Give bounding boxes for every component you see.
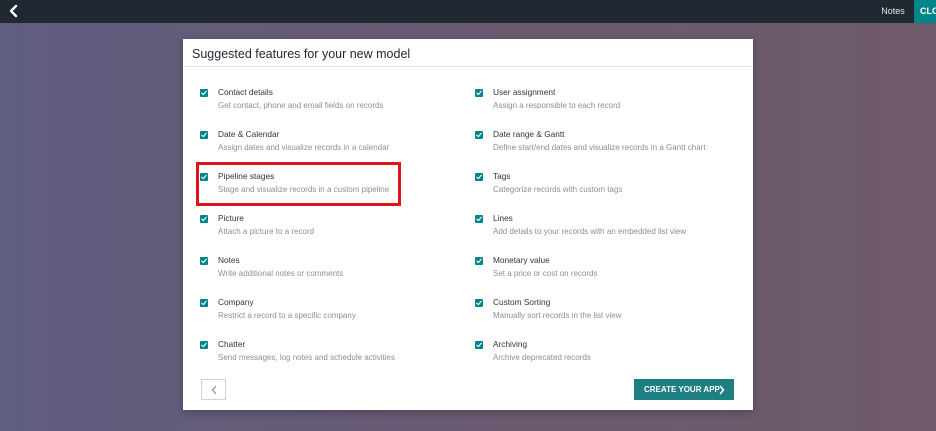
checkmark-icon (201, 90, 207, 96)
checkmark-icon (201, 342, 207, 348)
feature-name: Tags (493, 171, 511, 181)
create-your-app-button[interactable]: CREATE YOUR APP (634, 379, 734, 400)
feature-option[interactable]: Notes Write additional notes or comments (200, 253, 460, 289)
checkmark-icon (476, 174, 482, 180)
chevron-left-icon (211, 385, 217, 395)
feature-option[interactable]: Date range & Gantt Define start/end dates… (475, 127, 735, 163)
suggested-features-dialog: Suggested features for your new model Co… (183, 39, 753, 410)
notes-button[interactable]: Notes (872, 0, 914, 23)
feature-option[interactable]: Archiving Archive deprecated records (475, 337, 735, 373)
feature-name: Date & Calendar (218, 129, 280, 139)
checkmark-icon (476, 342, 482, 348)
feature-description: Send messages, log notes and schedule ac… (218, 353, 395, 362)
feature-checkbox[interactable] (475, 257, 483, 265)
feature-name: Picture (218, 213, 244, 223)
feature-description: Restrict a record to a specific company (218, 311, 356, 320)
feature-checkbox[interactable] (475, 215, 483, 223)
feature-description: Manually sort records in the list view (493, 311, 622, 320)
checkmark-icon (201, 258, 207, 264)
feature-name: Monetary value (493, 255, 550, 265)
feature-name: Lines (493, 213, 513, 223)
feature-description: Add details to your records with an embe… (493, 227, 686, 236)
feature-checkbox[interactable] (200, 131, 208, 139)
checkmark-icon (201, 300, 207, 306)
feature-checkbox[interactable] (200, 299, 208, 307)
previous-button[interactable] (201, 379, 226, 400)
feature-name: Notes (218, 255, 240, 265)
feature-option[interactable]: Contact details Get contact, phone and em… (200, 85, 460, 121)
chevron-left-icon (9, 4, 18, 18)
feature-checkbox[interactable] (475, 131, 483, 139)
feature-option[interactable]: Custom Sorting Manually sort records in t… (475, 295, 735, 331)
feature-description: Set a price or cost on records (493, 269, 598, 278)
feature-name: Date range & Gantt (493, 129, 565, 139)
feature-option[interactable]: Lines Add details to your records with an… (475, 211, 735, 247)
feature-checkbox[interactable] (200, 257, 208, 265)
feature-option[interactable]: Company Restrict a record to a specific c… (200, 295, 460, 331)
feature-description: Assign dates and visualize records in a … (218, 143, 390, 152)
checkmark-icon (201, 174, 207, 180)
feature-description: Define start/end dates and visualize rec… (493, 143, 706, 152)
create-your-app-label: CREATE YOUR APP (644, 385, 720, 394)
checkmark-icon (476, 300, 482, 306)
feature-name: Pipeline stages (218, 171, 275, 181)
chevron-right-icon (719, 385, 725, 395)
feature-description: Write additional notes or comments (218, 269, 344, 278)
feature-checkbox[interactable] (200, 215, 208, 223)
feature-description: Categorize records with custom tags (493, 185, 623, 194)
feature-checkbox[interactable] (475, 89, 483, 97)
feature-option[interactable]: Tags Categorize records with custom tags (475, 169, 735, 205)
feature-name: Custom Sorting (493, 297, 551, 307)
feature-description: Assign a responsible to each record (493, 101, 621, 110)
checkmark-icon (476, 258, 482, 264)
feature-name: Chatter (218, 339, 246, 349)
feature-checkbox[interactable] (200, 341, 208, 349)
feature-name: Archiving (493, 339, 528, 349)
checkmark-icon (201, 216, 207, 222)
close-button[interactable]: CLOSE (914, 0, 936, 23)
feature-option[interactable]: User assignment Assign a responsible to e… (475, 85, 735, 121)
feature-checkbox[interactable] (475, 341, 483, 349)
feature-name: Contact details (218, 87, 273, 97)
feature-checkbox[interactable] (200, 89, 208, 97)
top-bar: Notes CLOSE (0, 0, 936, 23)
feature-description: Attach a picture to a record (218, 227, 315, 236)
checkmark-icon (476, 90, 482, 96)
feature-description: Stage and visualize records in a custom … (218, 185, 390, 194)
feature-description: Get contact, phone and email fields on r… (218, 101, 384, 110)
feature-name: Company (218, 297, 254, 307)
feature-checkbox[interactable] (200, 173, 208, 181)
feature-option[interactable]: Monetary value Set a price or cost on rec… (475, 253, 735, 289)
checkmark-icon (476, 132, 482, 138)
checkmark-icon (476, 216, 482, 222)
feature-option[interactable]: Picture Attach a picture to a record (200, 211, 460, 247)
dialog-title: Suggested features for your new model (192, 47, 411, 61)
feature-option[interactable]: Pipeline stages Stage and visualize recor… (200, 169, 460, 205)
checkmark-icon (201, 132, 207, 138)
feature-name: User assignment (493, 87, 556, 97)
title-divider (183, 66, 753, 67)
feature-option[interactable]: Chatter Send messages, log notes and sche… (200, 337, 460, 373)
feature-description: Archive deprecated records (493, 353, 591, 362)
feature-checkbox[interactable] (475, 173, 483, 181)
feature-option[interactable]: Date & Calendar Assign dates and visualiz… (200, 127, 460, 163)
back-button[interactable] (6, 3, 22, 19)
feature-checkbox[interactable] (475, 299, 483, 307)
